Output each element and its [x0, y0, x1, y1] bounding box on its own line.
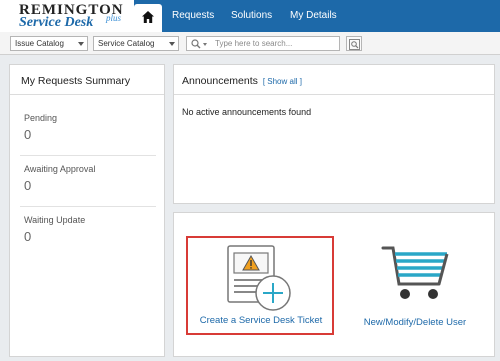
- home-tab[interactable]: [134, 4, 162, 32]
- stat-label: Awaiting Approval: [24, 164, 96, 174]
- stat-label: Pending: [24, 113, 58, 123]
- announcements-title: Announcements: [182, 75, 258, 87]
- manage-user-link[interactable]: New/Modify/Delete User: [350, 317, 480, 328]
- nav-solutions[interactable]: Solutions: [231, 10, 272, 21]
- stat-value: 0: [24, 178, 32, 193]
- logo[interactable]: REMINGTON Service Desk plus: [0, 0, 134, 32]
- search-icon[interactable]: [191, 39, 201, 49]
- shopping-cart-icon[interactable]: [381, 244, 451, 304]
- search-box: [186, 36, 340, 51]
- announcements-header: Announcements [ Show all ]: [174, 65, 494, 95]
- issue-catalog-select[interactable]: Issue Catalog: [10, 36, 88, 51]
- search-input[interactable]: [215, 38, 337, 49]
- stat-label: Waiting Update: [24, 215, 86, 225]
- divider: [20, 206, 156, 207]
- chevron-down-icon: [78, 42, 84, 46]
- announcements-empty-message: No active announcements found: [182, 107, 312, 117]
- search-scope-chevron-icon[interactable]: [203, 43, 207, 46]
- stat-value: 0: [24, 229, 32, 244]
- service-catalog-label: Service Catalog: [98, 39, 155, 48]
- divider: [20, 155, 156, 156]
- service-catalog-select[interactable]: Service Catalog: [93, 36, 179, 51]
- requests-summary-title: My Requests Summary: [10, 65, 164, 95]
- logo-plus-text: plus: [106, 13, 122, 23]
- quick-actions-panel: Create a Service Desk Ticket New/Modify/…: [173, 212, 495, 357]
- stat-awaiting-approval[interactable]: Awaiting Approval 0: [24, 164, 154, 193]
- issue-catalog-label: Issue Catalog: [15, 39, 64, 48]
- create-ticket-icon: [227, 245, 291, 311]
- top-nav-bar: REMINGTON Service Desk plus Requests Sol…: [0, 0, 500, 32]
- create-ticket-button[interactable]: Create a Service Desk Ticket: [186, 236, 334, 335]
- logo-sub-text: Service Desk: [19, 15, 94, 30]
- nav-requests[interactable]: Requests: [172, 10, 214, 21]
- requests-summary-panel: My Requests Summary Pending 0 Awaiting A…: [9, 64, 165, 357]
- home-icon: [142, 11, 154, 23]
- nav-my-details[interactable]: My Details: [290, 10, 337, 21]
- show-all-link[interactable]: [ Show all ]: [263, 77, 302, 86]
- create-ticket-label: Create a Service Desk Ticket: [199, 315, 323, 326]
- announcements-panel: Announcements [ Show all ] No active ann…: [173, 64, 495, 204]
- chevron-down-icon: [169, 42, 175, 46]
- toolbar: Issue Catalog Service Catalog: [0, 32, 500, 55]
- advanced-search-button[interactable]: [346, 36, 362, 51]
- advanced-search-icon: [349, 39, 360, 50]
- stat-pending[interactable]: Pending 0: [24, 113, 154, 142]
- stat-waiting-update[interactable]: Waiting Update 0: [24, 215, 154, 244]
- stat-value: 0: [24, 127, 32, 142]
